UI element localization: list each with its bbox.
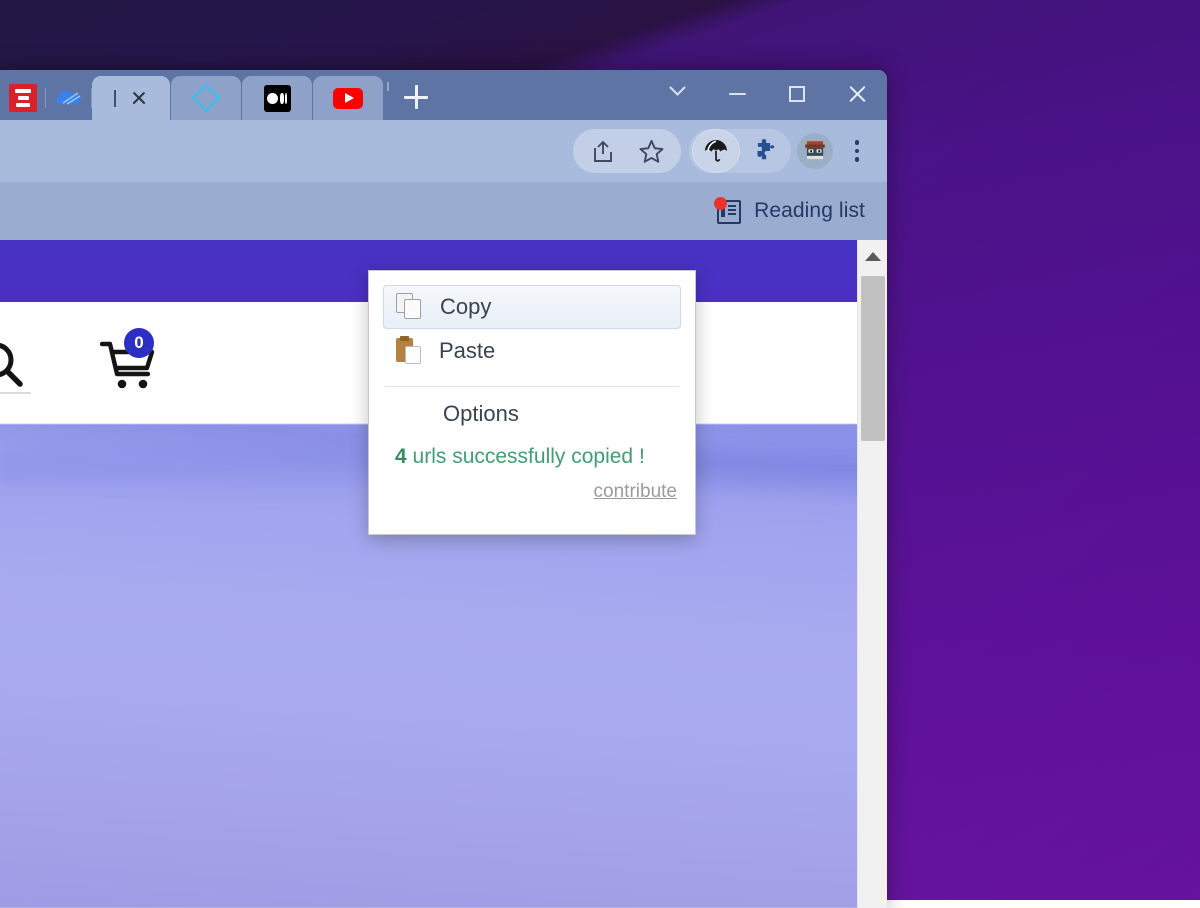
reading-list-button[interactable]: Reading list	[714, 197, 865, 225]
extension-popup: Copy Paste Options 4 urls successfully c…	[368, 270, 696, 535]
copy-urls-extension-button[interactable]	[692, 129, 740, 173]
menu-dot	[855, 149, 860, 154]
reading-list-icon	[714, 197, 742, 225]
bookmark-button[interactable]	[627, 129, 675, 173]
cyan-diamond-favicon	[192, 84, 220, 112]
popup-item-paste[interactable]: Paste	[383, 329, 681, 373]
chevron-down-icon	[669, 86, 686, 103]
popup-item-copy-label: Copy	[440, 294, 491, 320]
avatar	[802, 138, 828, 164]
minimize-icon	[729, 93, 746, 95]
cart-count-badge: 0	[124, 328, 154, 358]
star-icon	[638, 138, 665, 165]
tab-search-button[interactable]	[647, 70, 707, 118]
youtube-favicon	[333, 88, 363, 109]
tab-close-icon[interactable]	[130, 89, 148, 107]
address-bar-actions	[573, 129, 681, 173]
window-controls	[647, 70, 887, 118]
extensions-button[interactable]	[740, 129, 788, 173]
close-window-button[interactable]	[827, 70, 887, 118]
blue-cloud-favicon	[54, 85, 84, 111]
popup-divider	[385, 386, 679, 387]
profile-avatar[interactable]	[797, 133, 833, 169]
popup-contribute-row: contribute	[383, 481, 681, 503]
popup-item-paste-label: Paste	[439, 338, 495, 364]
red-document-favicon	[9, 84, 37, 112]
three-dot-menu-button[interactable]	[839, 129, 875, 173]
tab-active[interactable]	[92, 76, 170, 120]
maximize-button[interactable]	[767, 70, 827, 118]
umbrella-icon	[702, 137, 730, 165]
scrollbar-thumb[interactable]	[861, 276, 885, 441]
paste-icon	[395, 337, 423, 365]
tab-medium[interactable]	[242, 76, 312, 120]
puzzle-piece-icon	[751, 138, 777, 164]
tab-cyan-diamond[interactable]	[171, 76, 241, 120]
share-icon	[590, 138, 616, 164]
tab-separator	[387, 82, 389, 91]
popup-item-copy[interactable]: Copy	[383, 285, 681, 329]
scroll-up-arrow-icon[interactable]	[865, 252, 881, 261]
search-field-underline	[0, 392, 31, 394]
popup-status-text: urls successfully copied !	[407, 445, 645, 468]
menu-dot	[855, 157, 860, 162]
cart-button[interactable]: 0	[96, 332, 166, 402]
menu-dot	[855, 140, 860, 145]
medium-favicon	[264, 85, 291, 112]
minimize-button[interactable]	[707, 70, 767, 118]
page-scrollbar[interactable]	[857, 240, 887, 908]
notification-dot	[714, 197, 727, 210]
share-button[interactable]	[579, 129, 627, 173]
tab-youtube[interactable]	[313, 76, 383, 120]
search-icon	[0, 336, 32, 396]
popup-status-message: 4 urls successfully copied !	[383, 445, 681, 469]
contribute-link[interactable]: contribute	[594, 481, 677, 502]
popup-status-count: 4	[395, 445, 407, 468]
close-icon	[847, 84, 867, 104]
popup-item-options[interactable]: Options	[383, 395, 681, 433]
copy-icon	[396, 293, 424, 321]
pinned-tab-1[interactable]	[46, 78, 92, 118]
tab-title-sliver	[114, 90, 116, 107]
maximize-icon	[789, 86, 805, 102]
tab-strip	[0, 70, 887, 120]
bookmark-bar: Reading list	[0, 182, 887, 240]
new-tab-button[interactable]	[396, 77, 436, 117]
pinned-tab-0[interactable]	[0, 78, 46, 118]
reading-list-label: Reading list	[754, 199, 865, 223]
browser-window: Reading list 0	[0, 70, 887, 908]
extensions-pill	[689, 129, 791, 173]
browser-toolbar	[0, 120, 887, 182]
